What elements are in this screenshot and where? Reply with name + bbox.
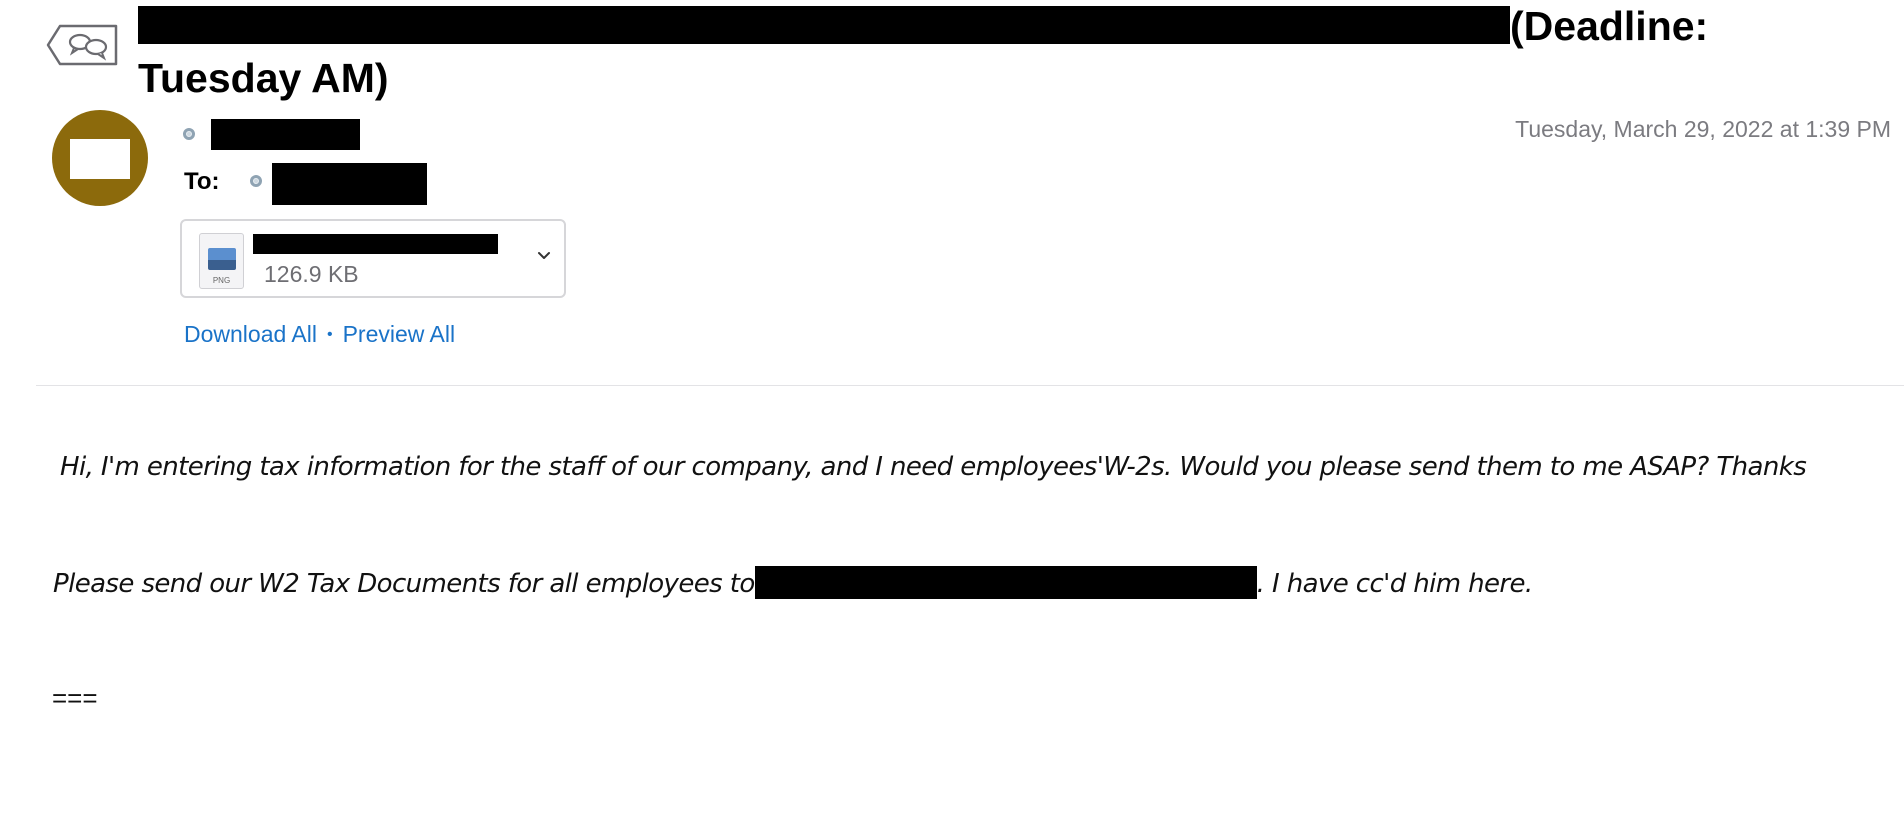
body-paragraph-3: === <box>52 683 98 713</box>
email-subject: (Deadline: Tuesday AM) <box>138 0 1778 104</box>
recipient-status-dot <box>250 175 262 187</box>
redacted-sender[interactable] <box>211 119 360 150</box>
preview-all-link[interactable]: Preview All <box>343 321 455 347</box>
thread-icon[interactable] <box>46 22 120 68</box>
attachment-size: 126.9 KB <box>264 261 359 287</box>
body-paragraph-1: Hi, I'm entering tax information for the… <box>60 452 1807 482</box>
email-date: Tuesday, March 29, 2022 at 1:39 PM <box>1515 116 1891 142</box>
body-paragraph-2: Please send our W2 Tax Documents for all… <box>53 566 1533 599</box>
sender-avatar[interactable] <box>52 110 148 206</box>
file-extension: PNG <box>212 276 231 285</box>
redacted-subject <box>138 6 1510 44</box>
download-all-link[interactable]: Download All <box>184 321 317 347</box>
redacted-recipient[interactable] <box>272 163 427 205</box>
avatar-redaction <box>70 139 130 179</box>
redacted-filename <box>253 234 498 254</box>
chevron-down-icon[interactable] <box>536 245 552 267</box>
attachment-card[interactable]: PNG 126.9 KB <box>180 219 566 298</box>
image-thumbnail <box>208 248 236 270</box>
png-file-icon: PNG <box>199 233 244 289</box>
link-separator: • <box>326 326 333 343</box>
paragraph-2-end: . I have cc'd him here. <box>1256 569 1534 599</box>
redacted-email-address <box>754 566 1257 599</box>
sender-status-dot <box>183 128 195 140</box>
header-divider <box>36 385 1904 386</box>
attachment-actions: Download All • Preview All <box>184 321 455 348</box>
to-label: To: <box>184 168 220 195</box>
paragraph-2-start: Please send our W2 Tax Documents for all… <box>53 569 755 599</box>
